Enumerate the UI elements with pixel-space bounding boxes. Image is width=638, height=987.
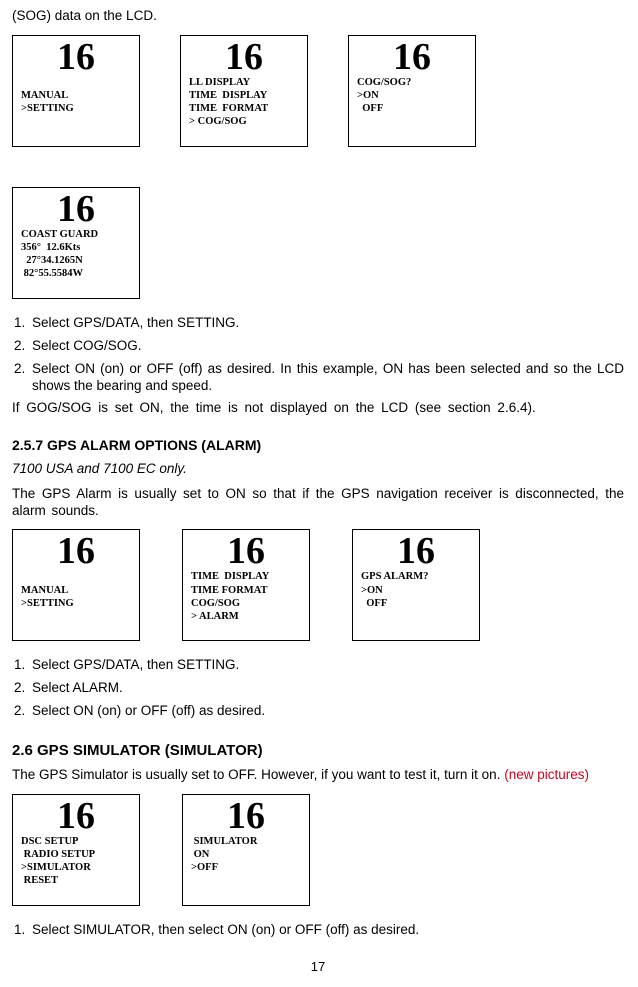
lcd-lines: GPS ALARM? >ON OFF: [357, 570, 475, 609]
step-text: Select ALARM.: [32, 680, 624, 697]
lcd-row-3: 16 DSC SETUP RADIO SETUP >SIMULATOR RESE…: [12, 794, 624, 906]
step-text: Select ON (on) or OFF (off) as desired. …: [32, 361, 624, 395]
lcd-lines: TIME DISPLAY TIME FORMAT COG/SOG > ALARM: [187, 570, 305, 623]
steps-list-1: 1.Select GPS/DATA, then SETTING. 2.Selec…: [12, 315, 624, 395]
lcd-channel: 16: [17, 38, 135, 76]
editorial-note: (new pictures): [504, 767, 589, 782]
lcd-channel: 16: [17, 532, 135, 570]
lcd-lines: COAST GUARD 356° 12.6Kts 27°34.1265N 82°…: [17, 228, 135, 281]
section-subtitle: 7100 USA and 7100 EC only.: [12, 461, 624, 478]
step-number: 2.: [14, 703, 32, 720]
step-number: 1.: [14, 922, 32, 939]
lcd-row-2: 16 MANUAL >SETTING 16 TIME DISPLAY TIME …: [12, 529, 624, 641]
lcd-channel: 16: [353, 38, 471, 76]
lcd-lines: LL DISPLAY TIME DISPLAY TIME FORMAT > CO…: [185, 76, 303, 129]
step-text: Select SIMULATOR, then select ON (on) or…: [32, 922, 624, 939]
step-text: Select GPS/DATA, then SETTING.: [32, 315, 624, 332]
lcd-channel: 16: [17, 797, 135, 835]
section-heading-257: 2.5.7 GPS ALARM OPTIONS (ALARM): [12, 437, 624, 455]
section-desc: The GPS Alarm is usually set to ON so th…: [12, 486, 624, 520]
lcd-lines: MANUAL >SETTING: [17, 76, 135, 115]
lcd-channel: 16: [187, 532, 305, 570]
step-text: Select ON (on) or OFF (off) as desired.: [32, 703, 624, 720]
lcd-channel: 16: [357, 532, 475, 570]
lcd-lines: MANUAL >SETTING: [17, 570, 135, 609]
lcd-screen: 16 LL DISPLAY TIME DISPLAY TIME FORMAT >…: [180, 35, 308, 147]
step-number: 2.: [14, 361, 32, 395]
lcd-screen: 16 MANUAL >SETTING: [12, 35, 140, 147]
lcd-lines: SIMULATOR ON >OFF: [187, 835, 305, 874]
lcd-screen: 16 MANUAL >SETTING: [12, 529, 140, 641]
lcd-channel: 16: [185, 38, 303, 76]
step-text: Select COG/SOG.: [32, 338, 624, 355]
step-text: Select GPS/DATA, then SETTING.: [32, 657, 624, 674]
steps-list-2: 1.Select GPS/DATA, then SETTING. 2.Selec…: [12, 657, 624, 720]
note-text: If GOG/SOG is set ON, the time is not di…: [12, 400, 624, 417]
lcd-row-1: 16 MANUAL >SETTING 16 LL DISPLAY TIME DI…: [12, 35, 624, 299]
step-number: 2.: [14, 338, 32, 355]
lcd-screen: 16 TIME DISPLAY TIME FORMAT COG/SOG > AL…: [182, 529, 310, 641]
lcd-screen: 16 COG/SOG? >ON OFF: [348, 35, 476, 147]
lcd-screen: 16 SIMULATOR ON >OFF: [182, 794, 310, 906]
lcd-lines: DSC SETUP RADIO SETUP >SIMULATOR RESET: [17, 835, 135, 888]
step-number: 2.: [14, 680, 32, 697]
lcd-channel: 16: [17, 190, 135, 228]
page-number: 17: [12, 959, 624, 975]
lcd-screen: 16 GPS ALARM? >ON OFF: [352, 529, 480, 641]
lcd-screen: 16 DSC SETUP RADIO SETUP >SIMULATOR RESE…: [12, 794, 140, 906]
section-desc: The GPS Simulator is usually set to OFF.…: [12, 767, 624, 784]
lcd-channel: 16: [187, 797, 305, 835]
step-number: 1.: [14, 315, 32, 332]
section-heading-26: 2.6 GPS SIMULATOR (SIMULATOR): [12, 742, 624, 761]
lcd-lines: COG/SOG? >ON OFF: [353, 76, 471, 115]
step-number: 1.: [14, 657, 32, 674]
lcd-screen: 16 COAST GUARD 356° 12.6Kts 27°34.1265N …: [12, 187, 140, 299]
intro-text: (SOG) data on the LCD.: [12, 8, 624, 25]
steps-list-3: 1.Select SIMULATOR, then select ON (on) …: [12, 922, 624, 939]
